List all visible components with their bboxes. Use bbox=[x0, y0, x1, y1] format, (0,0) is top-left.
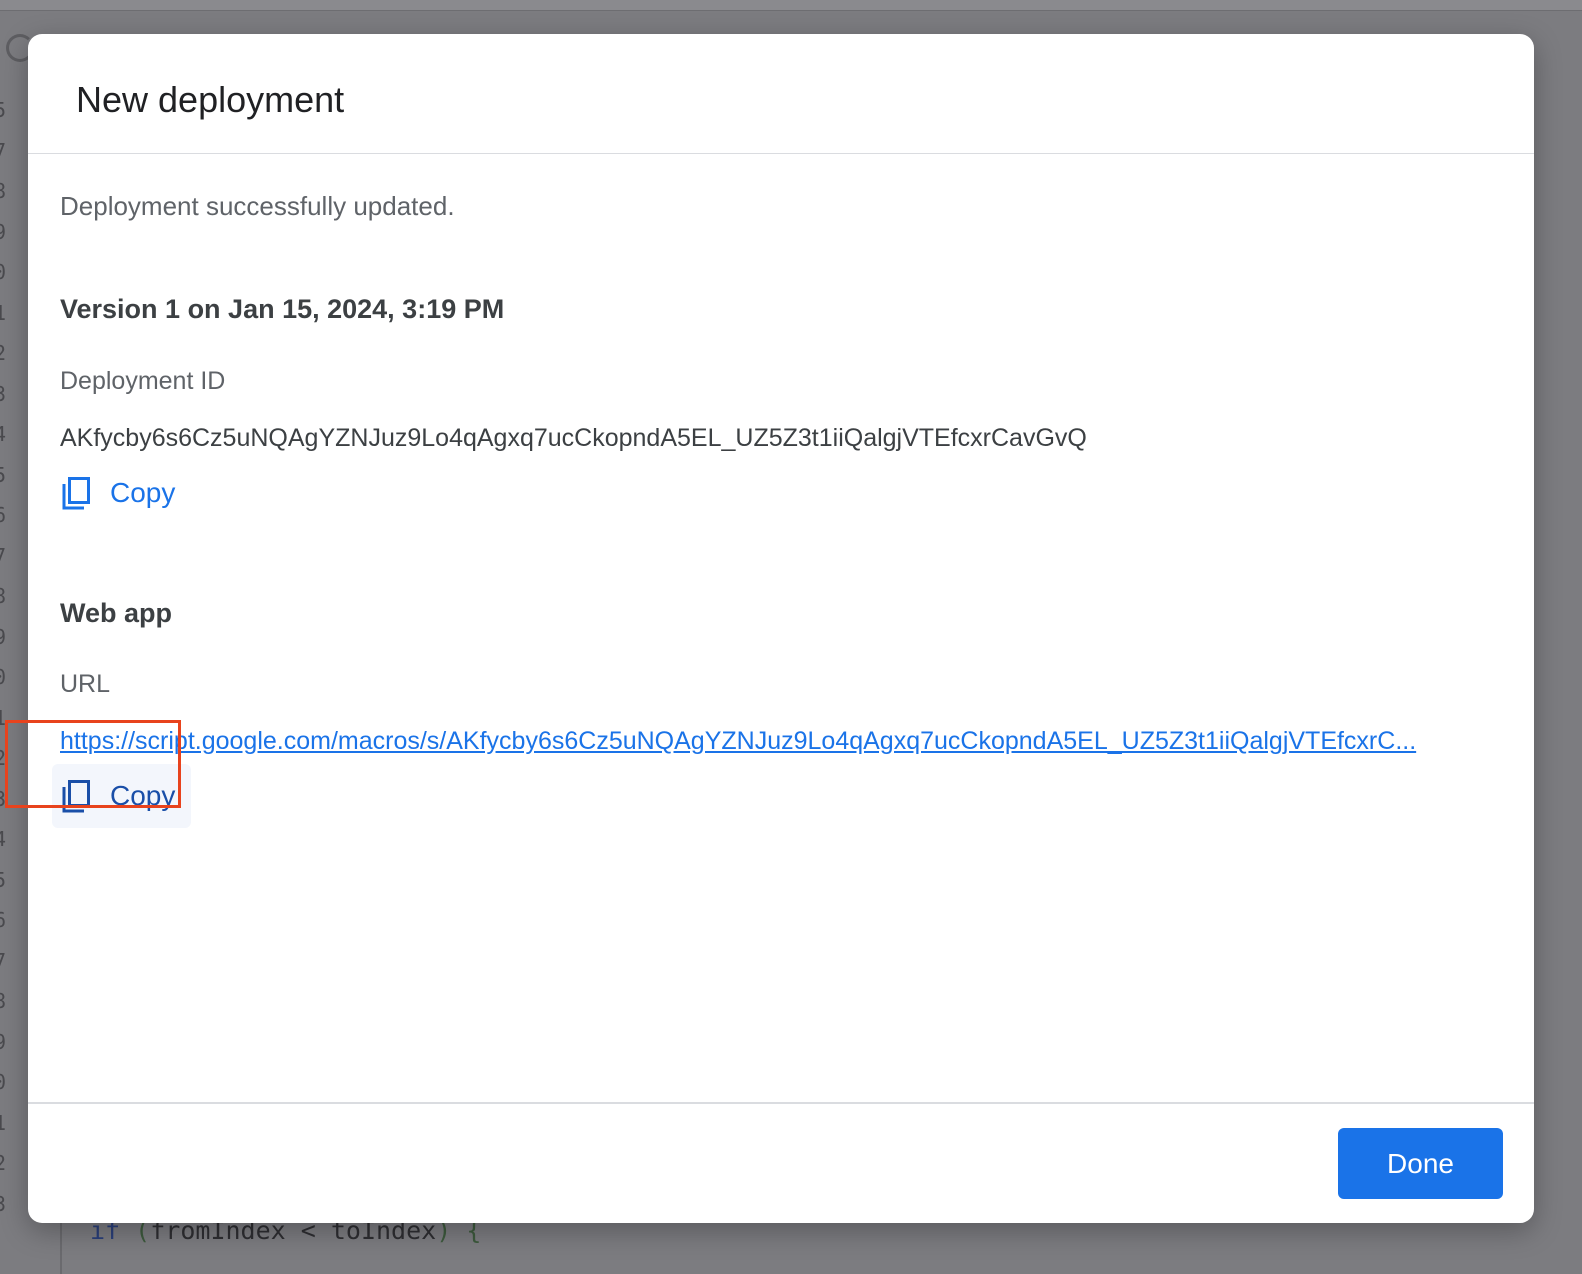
code-indent-guide bbox=[60, 1222, 62, 1274]
new-deployment-dialog: New deployment Deployment successfully u… bbox=[28, 34, 1534, 1223]
highlight-annotation bbox=[5, 720, 181, 808]
deployment-id-value[interactable]: AKfycby6s6Cz5uNQAgYZNJuz9Lo4qAgxq7ucCkop… bbox=[60, 423, 1087, 453]
copy-deployment-id-button[interactable]: Copy bbox=[52, 461, 191, 525]
done-button[interactable]: Done bbox=[1338, 1128, 1503, 1199]
version-heading: Version 1 on Jan 15, 2024, 3:19 PM bbox=[60, 294, 505, 324]
editor-toolbar bbox=[0, 0, 1582, 11]
web-app-url-link[interactable]: https://script.google.com/macros/s/AKfyc… bbox=[60, 726, 1502, 756]
dialog-title: New deployment bbox=[76, 79, 345, 120]
line-number-gutter: 5789012345678901234567890123 bbox=[0, 98, 7, 1216]
copy-icon bbox=[60, 476, 92, 510]
deployment-id-label: Deployment ID bbox=[60, 367, 226, 395]
url-label: URL bbox=[60, 670, 111, 698]
web-app-heading: Web app bbox=[60, 598, 173, 628]
copy-deployment-id-label: Copy bbox=[110, 477, 176, 508]
footer-divider bbox=[28, 1102, 1534, 1104]
dialog-header: New deployment bbox=[28, 34, 1534, 154]
status-message: Deployment successfully updated. bbox=[60, 191, 455, 221]
